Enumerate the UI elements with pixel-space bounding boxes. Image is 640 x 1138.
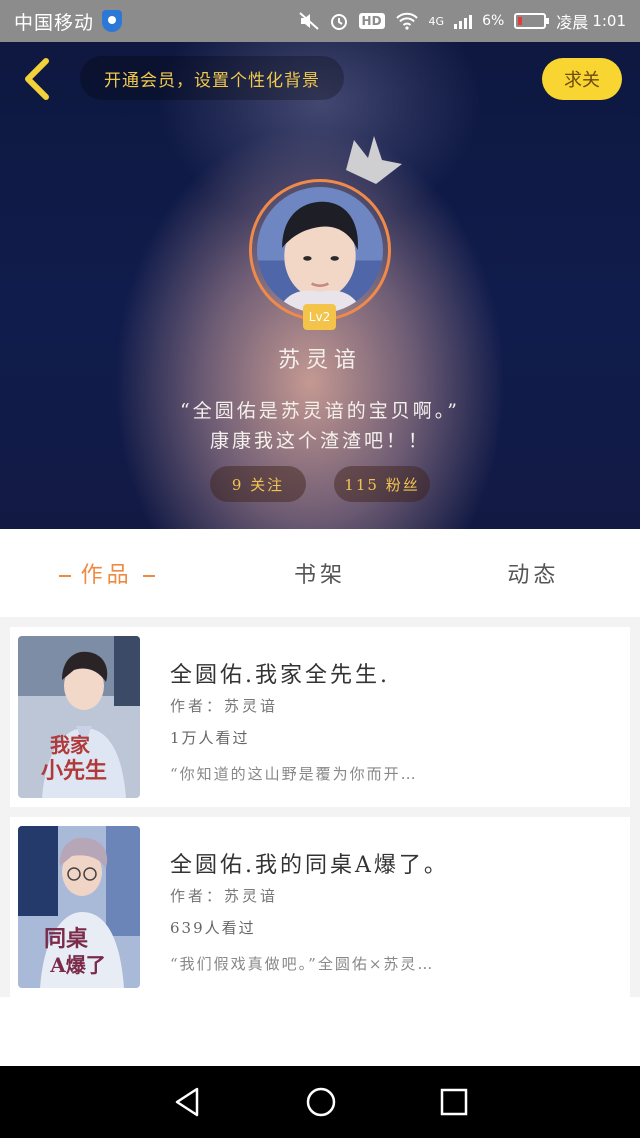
tab-activity[interactable]: 动态 xyxy=(427,557,640,589)
time-prefix: 凌晨 xyxy=(556,13,589,32)
work-views: 639人看过 xyxy=(170,919,256,937)
network-label: 4G xyxy=(428,14,445,28)
stats-row: 9 关注 115 粉丝 xyxy=(0,466,640,502)
carrier-label: 中国移动 xyxy=(14,11,95,34)
work-description: “你知道的这山野是覆为你而开… xyxy=(170,765,418,783)
chevron-left-icon xyxy=(25,58,49,100)
work-author: 作者：苏灵谙 xyxy=(170,887,279,905)
profile-tabs: 作品 书架 动态 xyxy=(0,529,640,617)
work-title: 全圆佑.我的同桌A爆了。 xyxy=(170,853,449,878)
signal-icon xyxy=(454,13,473,29)
tab-label: 书架 xyxy=(293,563,346,588)
book-cover: 同桌 A爆了 xyxy=(18,826,140,988)
back-triangle-icon[interactable] xyxy=(172,1086,202,1118)
bio: “全圆佑是苏灵谙的宝贝啊。” 康康我这个渣渣吧！！ xyxy=(0,396,640,456)
back-button[interactable] xyxy=(14,56,60,102)
recents-square-icon[interactable] xyxy=(440,1088,468,1116)
home-circle-icon[interactable] xyxy=(305,1086,337,1118)
tab-indicator-left xyxy=(58,575,71,577)
svg-text:A爆了: A爆了 xyxy=(49,953,106,977)
work-description: “我们假戏真做吧。”全圆佑×苏灵… xyxy=(170,955,435,973)
system-nav-bar xyxy=(0,1066,640,1138)
list-footer xyxy=(0,997,640,1066)
work-title: 全圆佑.我家全先生. xyxy=(170,663,390,688)
tab-works[interactable]: 作品 xyxy=(0,557,213,589)
profile-header: 开通会员，设置个性化背景 求关 Lv2 苏灵谙 “全圆佑是苏灵谙的宝贝啊。” 康… xyxy=(0,42,640,529)
wifi-icon xyxy=(395,12,418,30)
avatar xyxy=(257,187,383,313)
clock: 1:01 xyxy=(592,12,626,30)
book-cover: 我家 小先生 xyxy=(18,636,140,798)
followers-button[interactable]: 115 粉丝 xyxy=(334,466,430,502)
list-item[interactable]: 同桌 A爆了 全圆佑.我的同桌A爆了。 作者：苏灵谙 639人看过 “我们假戏真… xyxy=(10,817,630,997)
follow-request-button[interactable]: 求关 xyxy=(542,58,622,100)
tab-bookshelf[interactable]: 书架 xyxy=(213,557,426,589)
status-bar: 中国移动 HD 4G 6% 凌晨 1:01 xyxy=(0,0,640,42)
svg-text:同桌: 同桌 xyxy=(44,926,89,952)
works-list: 我家 小先生 全圆佑.我家全先生. 作者：苏灵谙 1万人看过 “你知道的这山野是… xyxy=(0,617,640,997)
tab-label: 作品 xyxy=(80,563,133,588)
work-views: 1万人看过 xyxy=(170,729,250,747)
tab-label: 动态 xyxy=(507,563,560,588)
tab-indicator-right xyxy=(142,575,155,577)
svg-text:小先生: 小先生 xyxy=(41,758,107,784)
bio-line-2: 康康我这个渣渣吧！！ xyxy=(209,430,430,452)
battery-percent: 6% xyxy=(482,13,505,29)
shield-icon xyxy=(102,10,123,32)
alarm-icon xyxy=(330,14,347,30)
hd-icon: HD xyxy=(358,13,385,29)
list-item[interactable]: 我家 小先生 全圆佑.我家全先生. 作者：苏灵谙 1万人看过 “你知道的这山野是… xyxy=(10,627,630,807)
svg-text:我家: 我家 xyxy=(50,733,91,757)
work-author: 作者：苏灵谙 xyxy=(170,697,279,715)
vip-banner[interactable]: 开通会员，设置个性化背景 xyxy=(80,56,344,100)
following-button[interactable]: 9 关注 xyxy=(210,466,306,502)
battery-icon xyxy=(514,13,550,29)
mute-icon xyxy=(298,12,319,30)
bio-line-1: “全圆佑是苏灵谙的宝贝啊。” xyxy=(180,400,460,422)
username: 苏灵谙 xyxy=(277,348,362,373)
avatar-frame[interactable] xyxy=(249,179,391,321)
level-badge: Lv2 xyxy=(303,304,336,330)
